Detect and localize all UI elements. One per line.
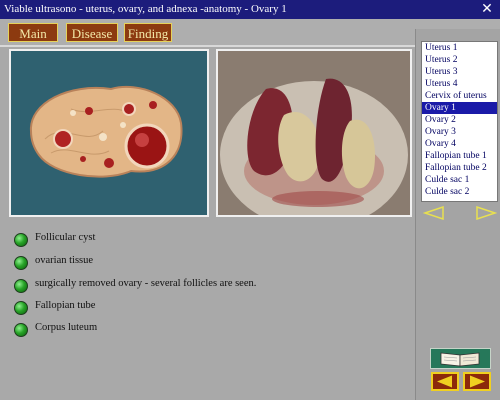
topic-list[interactable]: Uterus 1 Uterus 2 Uterus 3 Uterus 4 Cerv… [421,41,498,202]
tab-main[interactable]: Main [8,23,58,42]
green-bullet-icon[interactable] [14,256,28,270]
green-bullet-icon[interactable] [14,323,28,337]
triangle-left-outline-icon[interactable] [423,206,444,220]
ovary-illustration [9,49,209,217]
green-bullet-icon[interactable] [14,301,28,315]
title-bar: Viable ultrasono - uterus, ovary, and ad… [0,0,500,19]
finding-item[interactable]: Fallopian tube [14,300,314,318]
list-item-culde-sac-2[interactable]: Culde sac 2 [422,186,497,198]
finding-label: surgically removed ovary - several folli… [35,278,257,289]
finding-label: ovarian tissue [35,255,94,266]
list-item-ovary-4[interactable]: Ovary 4 [422,138,497,150]
list-item-fallopian-tube-1[interactable]: Fallopian tube 1 [422,150,497,162]
finding-item[interactable]: Corpus luteum [14,322,314,340]
finding-item[interactable]: surgically removed ovary - several folli… [14,278,314,296]
list-item-ovary-2[interactable]: Ovary 2 [422,114,497,126]
open-book-icon[interactable] [430,348,491,369]
finding-label: Fallopian tube [35,300,96,311]
triangle-right-outline-icon[interactable] [476,206,497,220]
list-item-ovary-1-selected[interactable]: Ovary 1 [422,102,497,114]
list-item-ovary-3[interactable]: Ovary 3 [422,126,497,138]
finding-item[interactable]: ovarian tissue [14,255,314,273]
list-item-uterus-3[interactable]: Uterus 3 [422,66,497,78]
list-item-uterus-2[interactable]: Uterus 2 [422,54,497,66]
ovary-specimen-photo [216,49,412,229]
list-scroll-arrows [423,206,497,220]
window-title: Viable ultrasono - uterus, ovary, and ad… [4,3,287,15]
close-icon[interactable]: ✕ [480,2,494,16]
triangle-right-icon [470,375,485,388]
list-item-cervix-of-uterus[interactable]: Cervix of uterus [422,90,497,102]
list-item-uterus-4[interactable]: Uterus 4 [422,78,497,90]
green-bullet-icon[interactable] [14,233,28,247]
next-button[interactable] [463,372,491,391]
finding-label: Corpus luteum [35,322,98,333]
triangle-left-icon [437,375,452,388]
list-item-fallopian-tube-2[interactable]: Fallopian tube 2 [422,162,497,174]
list-item-uterus-1[interactable]: Uterus 1 [422,42,497,54]
green-bullet-icon[interactable] [14,279,28,293]
finding-item[interactable]: Follicular cyst [14,232,314,250]
tab-finding[interactable]: Finding [124,23,172,42]
tab-disease[interactable]: Disease [66,23,118,42]
finding-label: Follicular cyst [35,232,96,243]
previous-button[interactable] [431,372,459,391]
list-item-culde-sac-1[interactable]: Culde sac 1 [422,174,497,186]
